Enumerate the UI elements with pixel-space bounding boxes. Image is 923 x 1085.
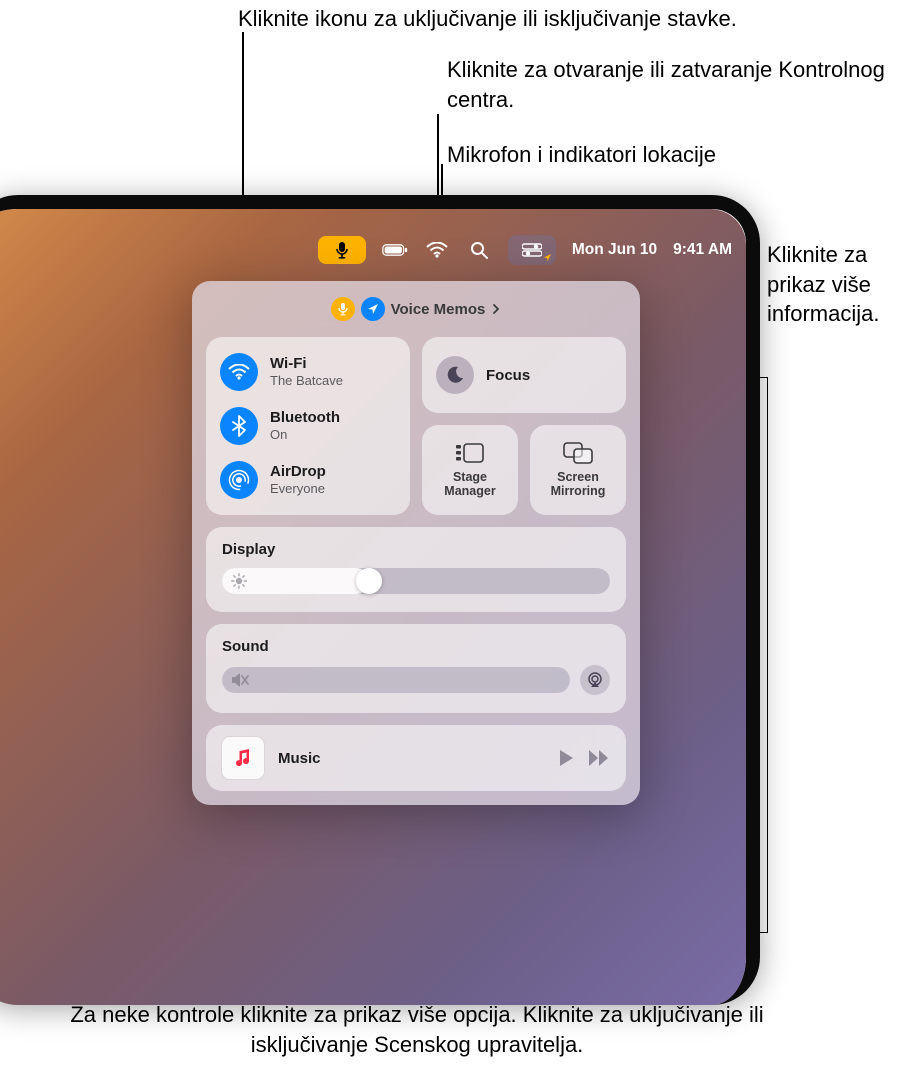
wifi-icon[interactable] (220, 353, 258, 391)
callout-bottom: Za neke kontrole kliknite za prikaz više… (57, 1000, 777, 1059)
chevron-right-icon (491, 304, 501, 314)
menubar-time[interactable]: 9:41 AM (673, 241, 732, 259)
screen-mirroring-icon (563, 442, 593, 464)
location-in-use-icon (361, 297, 385, 321)
active-sensors-app-label: Voice Memos (391, 301, 486, 318)
airdrop-label: AirDrop (270, 463, 326, 481)
mic-indicator-pill[interactable] (318, 236, 366, 264)
wifi-control[interactable]: Wi-Fi The Batcave (220, 353, 396, 391)
sound-volume-slider[interactable] (222, 667, 570, 693)
display-label: Display (222, 541, 610, 558)
brightness-icon (231, 573, 247, 589)
stage-manager-icon (455, 442, 485, 464)
sound-tile[interactable]: Sound (206, 624, 626, 713)
screen-mirroring-tile[interactable]: Screen Mirroring (530, 425, 626, 515)
next-track-button[interactable] (588, 749, 610, 767)
control-center-panel: Voice Memos Wi-Fi The Batcave (192, 281, 640, 805)
bluetooth-control[interactable]: Bluetooth On (220, 407, 396, 445)
focus-tile[interactable]: Focus (422, 337, 626, 413)
connectivity-tile[interactable]: Wi-Fi The Batcave Bluetooth On (206, 337, 410, 515)
now-playing-tile[interactable]: Music (206, 725, 626, 791)
airdrop-control[interactable]: AirDrop Everyone (220, 461, 396, 499)
screen-mirroring-label-1: Screen (551, 470, 606, 484)
menubar-date[interactable]: Mon Jun 10 (572, 241, 657, 259)
music-app-icon (222, 737, 264, 779)
stage-manager-label-2: Manager (444, 484, 495, 498)
control-center-menubar-button[interactable] (508, 235, 556, 265)
callout-more-info: Kliknite za prikaz više informacija. (767, 240, 919, 329)
callout-mic-loc: Mikrofon i indikatori lokacije (447, 140, 716, 170)
display-tile[interactable]: Display (206, 527, 626, 612)
bluetooth-status: On (270, 427, 340, 443)
bluetooth-icon[interactable] (220, 407, 258, 445)
wifi-network-name: The Batcave (270, 373, 343, 389)
mic-in-use-icon (331, 297, 355, 321)
airdrop-icon[interactable] (220, 461, 258, 499)
menu-bar: Mon Jun 10 9:41 AM (318, 235, 732, 265)
airplay-audio-button[interactable] (580, 665, 610, 695)
wifi-icon[interactable] (424, 241, 450, 259)
screen-mirroring-label-2: Mirroring (551, 484, 606, 498)
location-arrow-icon (543, 253, 552, 262)
bluetooth-label: Bluetooth (270, 409, 340, 427)
callout-toggle: Kliknite ikonu za uključivanje ili isklj… (238, 4, 737, 34)
stage-manager-label-1: Stage (444, 470, 495, 484)
stage-manager-tile[interactable]: Stage Manager (422, 425, 518, 515)
volume-mute-icon (231, 672, 249, 688)
airplay-icon (586, 672, 604, 688)
device-frame: Mon Jun 10 9:41 AM Voice Memos (0, 195, 760, 1005)
wifi-label: Wi-Fi (270, 355, 343, 373)
play-button[interactable] (558, 749, 574, 767)
active-sensors-row[interactable]: Voice Memos (206, 295, 626, 325)
now-playing-title: Music (278, 750, 544, 767)
focus-label: Focus (486, 367, 530, 384)
spotlight-icon[interactable] (466, 241, 492, 259)
callout-open-close: Kliknite za otvaranje ili zatvaranje Kon… (447, 55, 923, 114)
sound-label: Sound (222, 638, 610, 655)
display-brightness-slider[interactable] (222, 568, 610, 594)
desktop-wallpaper: Mon Jun 10 9:41 AM Voice Memos (0, 209, 746, 1005)
moon-icon (436, 356, 474, 394)
battery-icon[interactable] (382, 241, 408, 259)
airdrop-status: Everyone (270, 481, 326, 497)
